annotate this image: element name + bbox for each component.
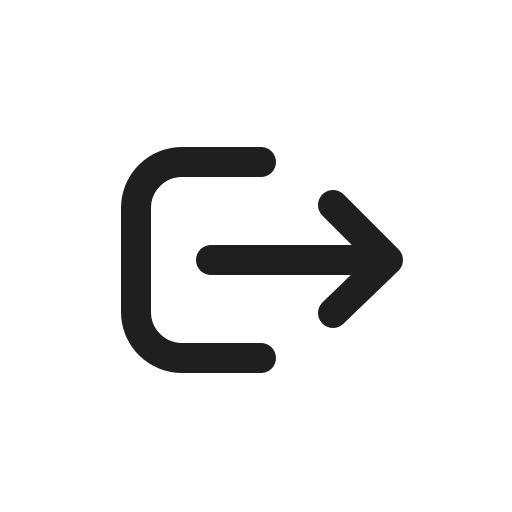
icon-canvas: [0, 0, 512, 512]
logout-icon: [121, 147, 403, 373]
